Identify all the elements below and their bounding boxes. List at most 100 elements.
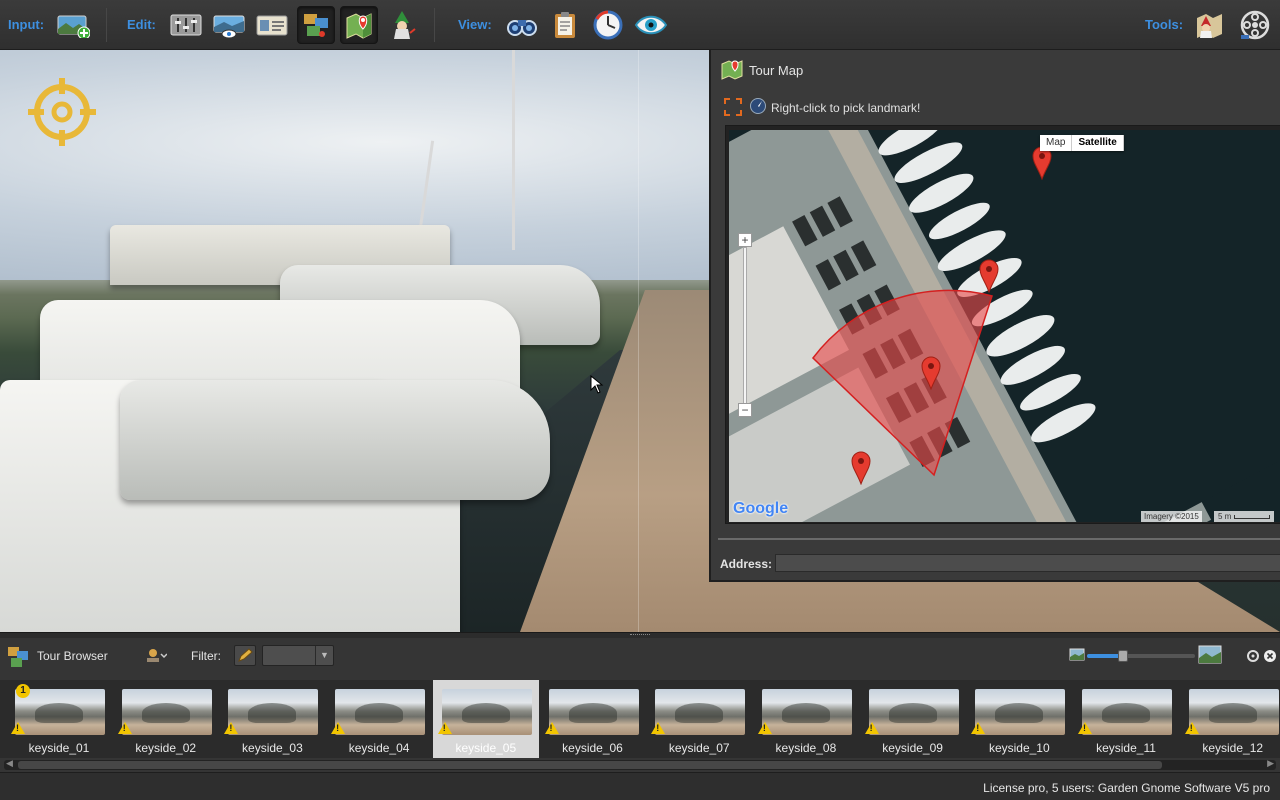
large-thumbnail-icon	[1198, 645, 1222, 664]
tour-map-panel: Tour Map Right-click to pick landmark! M…	[709, 50, 1280, 582]
landmark-hint: Right-click to pick landmark!	[771, 101, 921, 115]
sort-menu-button[interactable]	[143, 644, 168, 666]
eye-icon	[634, 15, 668, 35]
panorama-thumbnail-label: keyside_04	[348, 741, 410, 755]
panorama-thumbnail-label: keyside_03	[242, 741, 303, 755]
panorama-thumbnail[interactable]: keyside_09	[860, 680, 966, 758]
thumbnail-size-slider[interactable]	[1087, 650, 1195, 662]
panorama-thumbnail-image	[441, 689, 532, 735]
add-panorama-icon	[57, 15, 90, 38]
panorama-thumbnail[interactable]: keyside_06	[540, 680, 646, 758]
tour-browser-icon	[8, 647, 28, 667]
thumbnail-scrollbar[interactable]: ◀ ▶	[4, 758, 1276, 770]
close-icon	[1264, 650, 1276, 662]
map-type-toggle: Map Satellite	[1040, 135, 1124, 151]
gnome-stand-icon	[147, 649, 168, 662]
satellite-map[interactable]: Map Satellite + − Google Imagery ©2015 5…	[729, 130, 1280, 522]
input-label: Input:	[8, 17, 45, 32]
filter-tag-button[interactable]	[234, 645, 256, 666]
warning-icon	[11, 722, 25, 734]
panorama-thumbnail-image	[975, 689, 1066, 735]
panorama-thumbnail[interactable]: keyside_03	[219, 680, 325, 758]
viewing-parameters-button[interactable]	[210, 6, 248, 44]
thumbnail-size-knob[interactable]	[1117, 650, 1128, 662]
map-zoom-track[interactable]	[743, 247, 747, 404]
panorama-thumbnail[interactable]: keyside_12	[1180, 680, 1280, 758]
map-pin-icon[interactable]	[979, 259, 999, 293]
pick-landmark-button[interactable]	[749, 97, 767, 115]
map-type-satellite-button[interactable]: Satellite	[1072, 135, 1124, 151]
preview-button[interactable]	[503, 6, 541, 44]
user-data-button[interactable]	[253, 6, 291, 44]
tour-browser-button[interactable]	[297, 6, 335, 44]
tour-browser-title: Tour Browser	[37, 649, 108, 663]
panorama-thumbnail[interactable]: 1 keyside_01	[6, 680, 112, 758]
panorama-thumbnail[interactable]: keyside_11	[1073, 680, 1179, 758]
panorama-thumbnail-label: keyside_02	[135, 741, 197, 755]
panorama-thumbnail-label: keyside_09	[882, 741, 943, 755]
panorama-thumbnail[interactable]: keyside_10	[966, 680, 1072, 758]
panorama-thumbnail-label: keyside_05	[455, 741, 517, 755]
panorama-thumbnail-image	[1188, 689, 1279, 735]
panorama-thumbnail-label: keyside_01	[28, 741, 90, 755]
panorama-thumbnail-image	[1082, 689, 1172, 735]
output-settings-button[interactable]	[1236, 6, 1274, 44]
panorama-thumbnail[interactable]: keyside_08	[753, 680, 859, 758]
tour-browser-icon	[304, 14, 328, 37]
status-bar: License pro, 5 users: Garden Gnome Softw…	[0, 772, 1280, 800]
crosshair-target-icon[interactable]	[26, 76, 98, 148]
start-node-badge: 1	[16, 684, 30, 698]
map-scale-text: 5 m	[1218, 512, 1232, 521]
binoculars-icon	[507, 20, 537, 36]
map-zoom-in-button[interactable]: +	[738, 233, 752, 247]
panorama-thumbnail[interactable]: keyside_02	[113, 680, 219, 758]
panorama-thumbnail-image	[868, 689, 959, 735]
add-panorama-button[interactable]	[54, 6, 92, 44]
map-zoom-control: + −	[738, 233, 752, 418]
panel-close-button[interactable]	[1264, 649, 1276, 662]
mouse-cursor-icon	[590, 375, 604, 394]
map-frame: Map Satellite + − Google Imagery ©2015 5…	[725, 125, 1280, 524]
map-scale: 5 m	[1214, 511, 1274, 522]
panorama-thumbnail-image	[548, 689, 639, 735]
tour-map-title: Tour Map	[749, 63, 804, 78]
tour-map-button[interactable]	[340, 6, 378, 44]
map-zoom-out-button[interactable]: −	[738, 403, 752, 417]
properties-button[interactable]	[167, 6, 205, 44]
panorama-thumbnail-image	[228, 689, 319, 735]
filter-dropdown[interactable]: ▼	[262, 645, 334, 666]
panorama-thumbnail-label: keyside_07	[668, 741, 730, 755]
panorama-thumbnail-image	[655, 689, 746, 735]
fit-markers-button[interactable]	[723, 97, 743, 117]
map-pin-icon[interactable]	[1032, 146, 1052, 180]
panorama-thumbnail[interactable]: keyside_07	[646, 680, 752, 758]
panorama-thumbnail-label: keyside_11	[1096, 741, 1156, 755]
satellite-imagery	[729, 130, 1280, 522]
panel-options-button[interactable]	[1247, 649, 1259, 662]
address-label: Address:	[720, 557, 773, 571]
tools-label: Tools:	[1145, 17, 1184, 32]
map-pin-icon[interactable]	[851, 451, 871, 485]
gnome-icon	[394, 11, 416, 39]
panorama-seam	[638, 50, 639, 632]
panorama-thumbnail[interactable]: keyside_04	[326, 680, 432, 758]
google-logo-text: Google	[733, 500, 789, 517]
panorama-thumbnail[interactable]: keyside_05	[432, 680, 539, 758]
skin-editor-button[interactable]	[383, 6, 421, 44]
scroll-right-arrow[interactable]: ▶	[1267, 758, 1274, 769]
chevron-down-icon: ▼	[315, 646, 333, 665]
scrollbar-thumb[interactable]	[18, 761, 1162, 769]
address-input[interactable]	[775, 554, 1280, 572]
panorama-view-icon	[213, 15, 245, 38]
tour-report-button[interactable]	[546, 6, 584, 44]
panorama-thumbnail-label: keyside_06	[562, 741, 623, 755]
clipboard-icon	[555, 12, 575, 38]
scroll-left-arrow[interactable]: ◀	[6, 758, 13, 769]
view-output-button[interactable]	[632, 6, 670, 44]
warning-icon	[971, 722, 986, 734]
map-pin-icon[interactable]	[921, 356, 941, 390]
timeline-button[interactable]	[589, 6, 627, 44]
map-type-map-button[interactable]: Map	[1040, 135, 1073, 151]
compass-icon	[750, 98, 766, 114]
plugins-button[interactable]	[1190, 6, 1228, 44]
